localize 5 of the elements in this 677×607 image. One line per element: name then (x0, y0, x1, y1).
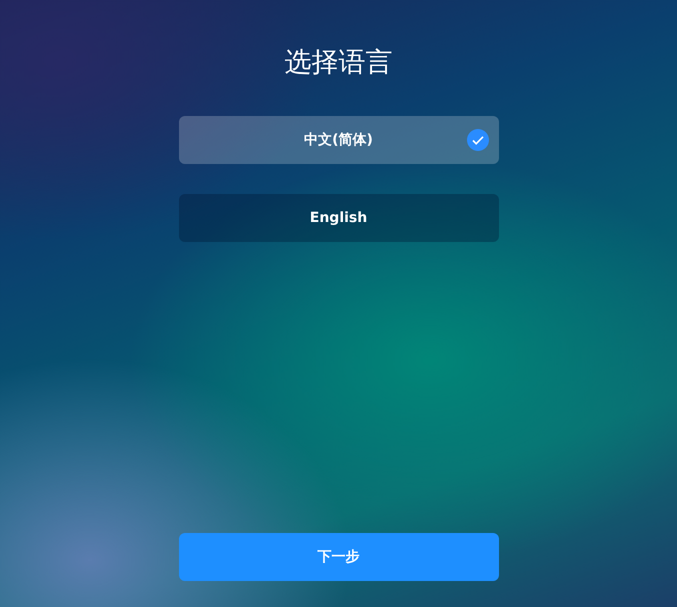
next-button[interactable]: 下一步 (178, 533, 498, 581)
language-option[interactable]: 中文(简体) (178, 116, 498, 164)
check-icon (466, 129, 488, 151)
language-option[interactable]: English (178, 194, 498, 242)
page-title: 选择语言 (284, 46, 392, 80)
